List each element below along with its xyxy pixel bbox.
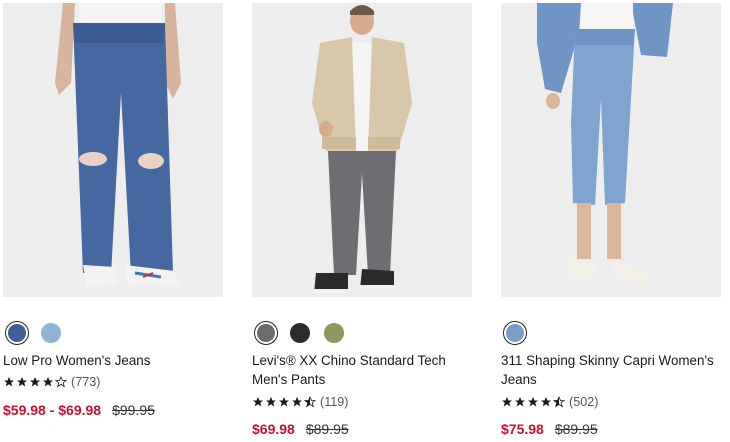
sale-price: $75.98 [501,421,544,437]
star-full-icon [528,397,538,407]
color-swatch[interactable] [5,321,29,345]
star-full-icon [279,397,289,407]
original-price: $89.95 [305,421,349,437]
review-count[interactable]: (773) [71,375,100,389]
price-row: $75.98 $89.95 [501,421,598,437]
product-name[interactable]: Low Pro Women's Jeans [3,351,225,370]
color-swatch[interactable] [288,321,312,345]
product-name[interactable]: Levi's® XX Chino Standard Tech Men's Pan… [252,351,474,389]
rating-stars [501,396,565,408]
color-swatch[interactable] [39,321,63,345]
color-swatch[interactable] [322,321,346,345]
product-image[interactable] [252,3,472,297]
star-full-icon [515,397,525,407]
original-price: $99.95 [112,402,155,418]
review-count[interactable]: (502) [569,395,598,409]
star-full-icon [292,397,302,407]
color-swatch[interactable] [254,321,278,345]
star-full-icon [4,377,14,387]
sale-price: $59.98 - $69.98 [3,402,102,418]
color-swatches [254,321,346,345]
star-full-icon [253,397,263,407]
rating-stars [3,376,67,388]
star-full-icon [30,377,40,387]
original-price: $89.95 [554,421,598,437]
color-swatches [503,321,527,345]
price-row: $59.98 - $69.98 $99.95 [3,402,155,418]
color-swatches [5,321,63,345]
star-half-icon [304,396,316,408]
product-name[interactable]: 311 Shaping Skinny Capri Women's Jeans [501,351,723,389]
star-full-icon [502,397,512,407]
product-rating: (502) [501,395,598,409]
product-rating: (773) [3,375,100,389]
product-image[interactable] [3,3,223,297]
star-empty-icon [55,376,67,388]
product-photo-chino-pants [252,3,472,297]
product-image[interactable] [501,3,721,297]
star-full-icon [17,377,27,387]
review-count[interactable]: (119) [320,395,348,409]
product-photo-capri-jeans [501,3,721,297]
star-full-icon [541,397,551,407]
star-half-icon [553,396,565,408]
star-full-icon [43,377,53,387]
product-photo-low-pro-jeans [3,3,223,297]
sale-price: $69.98 [252,421,295,437]
color-swatch[interactable] [503,321,527,345]
product-rating: (119) [252,395,348,409]
star-full-icon [266,397,276,407]
rating-stars [252,396,316,408]
price-row: $69.98 $89.95 [252,421,349,437]
